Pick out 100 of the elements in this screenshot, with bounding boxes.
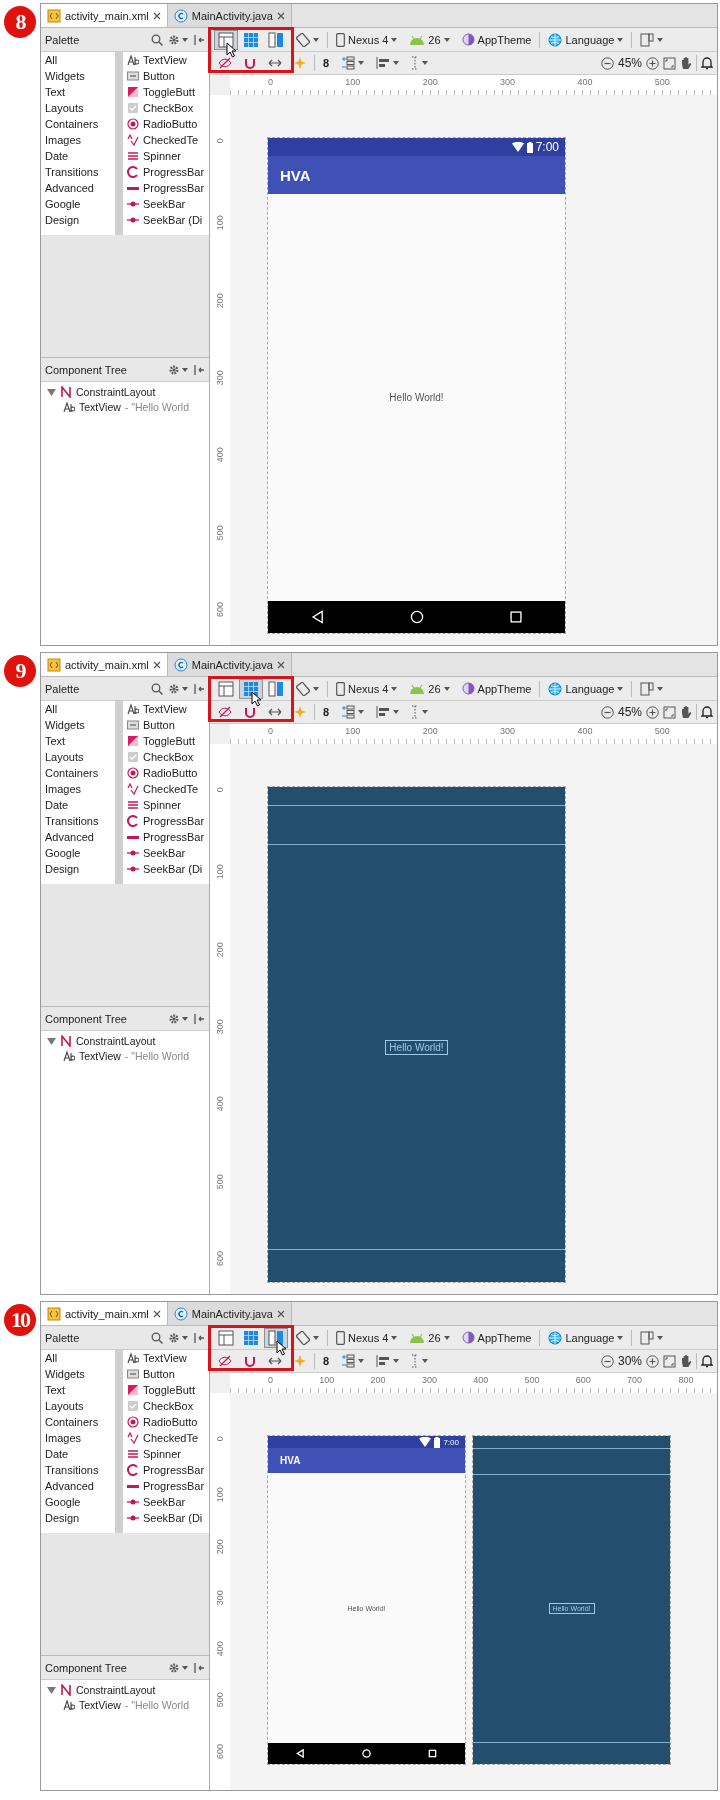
palette-category[interactable]: Text — [45, 1382, 115, 1398]
palette-widget[interactable]: CheckedTe — [127, 781, 209, 797]
palette-widget[interactable]: CheckBox — [127, 1398, 209, 1414]
bell-icon[interactable] — [701, 705, 713, 719]
palette-category[interactable]: Date — [45, 1446, 115, 1462]
palette-widget[interactable]: SeekBar — [127, 196, 209, 212]
palette-widget[interactable]: CheckedTe — [127, 1430, 209, 1446]
tree-item[interactable]: TextView - "Hello World — [47, 1699, 209, 1711]
theme-button[interactable]: AppTheme — [457, 678, 536, 699]
palette-widget[interactable]: RadioButto — [127, 1414, 209, 1430]
palette-category[interactable]: Design — [45, 1510, 115, 1526]
palette-widget[interactable]: ProgressBar — [127, 1462, 209, 1478]
palette-widget[interactable]: Button — [127, 68, 209, 84]
search-icon[interactable] — [151, 1331, 163, 1344]
palette-category[interactable]: Layouts — [45, 749, 115, 765]
back-icon[interactable] — [296, 1749, 306, 1758]
tree-item[interactable]: TextView - "Hello World — [47, 1050, 209, 1062]
palette-category[interactable]: Layouts — [45, 1398, 115, 1414]
palette-widget[interactable]: ProgressBar — [127, 164, 209, 180]
search-icon[interactable] — [151, 682, 163, 695]
hand-icon[interactable] — [680, 1354, 692, 1368]
close-icon[interactable] — [152, 1309, 161, 1318]
palette-category[interactable]: Transitions — [45, 164, 115, 180]
fit-screen-icon[interactable] — [663, 705, 676, 719]
palette-category[interactable]: All — [45, 701, 115, 717]
editor-tab[interactable]: activity_main.xml — [41, 1302, 168, 1325]
palette-category[interactable]: Design — [45, 861, 115, 877]
palette-category[interactable]: Containers — [45, 765, 115, 781]
palette-category[interactable]: Text — [45, 733, 115, 749]
palette-category[interactable]: Text — [45, 84, 115, 100]
palette-category[interactable]: Images — [45, 132, 115, 148]
palette-category[interactable]: Containers — [45, 1414, 115, 1430]
palette-widget[interactable]: TextView — [127, 701, 209, 717]
expand-arrow-icon[interactable] — [47, 387, 56, 397]
hand-icon[interactable] — [680, 56, 692, 70]
tree-item[interactable]: ConstraintLayout — [47, 1035, 209, 1047]
palette-widget[interactable]: TextView — [127, 1350, 209, 1366]
palette-widget[interactable]: SeekBar (Di — [127, 1510, 209, 1526]
tree-item[interactable]: TextView - "Hello World — [47, 401, 209, 413]
zoom-in-icon[interactable] — [646, 56, 659, 70]
zoom-in-icon[interactable] — [646, 705, 659, 719]
editor-tab[interactable]: MainActivity.java — [167, 653, 292, 676]
palette-category[interactable]: Widgets — [45, 717, 115, 733]
settings-button[interactable] — [168, 33, 188, 46]
theme-button[interactable]: AppTheme — [457, 1327, 536, 1348]
palette-widget[interactable]: ProgressBar — [127, 813, 209, 829]
default-margin-button[interactable]: 8 — [319, 53, 334, 73]
editor-tab[interactable]: MainActivity.java — [167, 1302, 292, 1325]
palette-category[interactable]: Advanced — [45, 829, 115, 845]
palette-widget[interactable]: ProgressBar — [127, 829, 209, 845]
device-dropdown[interactable]: Nexus 4 — [332, 1327, 402, 1348]
language-dropdown[interactable]: Language — [544, 678, 628, 699]
settings-button[interactable] — [168, 1331, 188, 1344]
default-margin-button[interactable]: 8 — [319, 1351, 334, 1371]
palette-category[interactable]: Date — [45, 797, 115, 813]
palette-category[interactable]: Transitions — [45, 813, 115, 829]
language-dropdown[interactable]: Language — [544, 29, 628, 50]
palette-widget[interactable]: Spinner — [127, 148, 209, 164]
palette-widget[interactable]: ToggleButt — [127, 733, 209, 749]
hand-icon[interactable] — [680, 705, 692, 719]
collapse-icon[interactable] — [193, 363, 205, 376]
palette-category[interactable]: Advanced — [45, 180, 115, 196]
fit-screen-icon[interactable] — [663, 1354, 676, 1368]
zoom-out-icon[interactable] — [600, 705, 614, 719]
palette-category[interactable]: Containers — [45, 116, 115, 132]
editor-tab[interactable]: activity_main.xml — [41, 653, 168, 676]
palette-category[interactable]: Transitions — [45, 1462, 115, 1478]
collapse-icon[interactable] — [193, 33, 205, 46]
home-icon[interactable] — [362, 1749, 371, 1758]
zoom-out-icon[interactable] — [600, 56, 614, 70]
palette-category[interactable]: Advanced — [45, 1478, 115, 1494]
palette-widget[interactable]: ToggleButt — [127, 84, 209, 100]
palette-widget[interactable]: SeekBar (Di — [127, 861, 209, 877]
expand-arrow-icon[interactable] — [47, 1685, 56, 1695]
bell-icon[interactable] — [701, 1354, 713, 1368]
theme-button[interactable]: AppTheme — [457, 29, 536, 50]
device-dropdown[interactable]: Nexus 4 — [332, 678, 402, 699]
close-icon[interactable] — [152, 11, 161, 20]
api-level-dropdown[interactable]: 26 — [405, 29, 454, 50]
palette-widget[interactable]: ProgressBar — [127, 1478, 209, 1494]
close-icon[interactable] — [276, 660, 285, 669]
collapse-icon[interactable] — [193, 1012, 205, 1025]
palette-category[interactable]: Images — [45, 1430, 115, 1446]
home-icon[interactable] — [409, 610, 424, 624]
close-icon[interactable] — [152, 660, 161, 669]
bell-icon[interactable] — [701, 56, 713, 70]
settings-button[interactable] — [168, 1661, 188, 1674]
palette-category[interactable]: Google — [45, 845, 115, 861]
language-dropdown[interactable]: Language — [544, 1327, 628, 1348]
palette-widget[interactable]: ProgressBar — [127, 180, 209, 196]
tree-item[interactable]: ConstraintLayout — [47, 386, 209, 398]
search-icon[interactable] — [151, 33, 163, 46]
zoom-out-icon[interactable] — [600, 1354, 614, 1368]
collapse-icon[interactable] — [193, 682, 205, 695]
palette-widget[interactable]: CheckBox — [127, 100, 209, 116]
recents-icon[interactable] — [427, 1749, 437, 1758]
collapse-icon[interactable] — [193, 1661, 205, 1674]
palette-widget[interactable]: SeekBar (Di — [127, 212, 209, 228]
palette-category[interactable]: All — [45, 1350, 115, 1366]
palette-widget[interactable]: Spinner — [127, 1446, 209, 1462]
